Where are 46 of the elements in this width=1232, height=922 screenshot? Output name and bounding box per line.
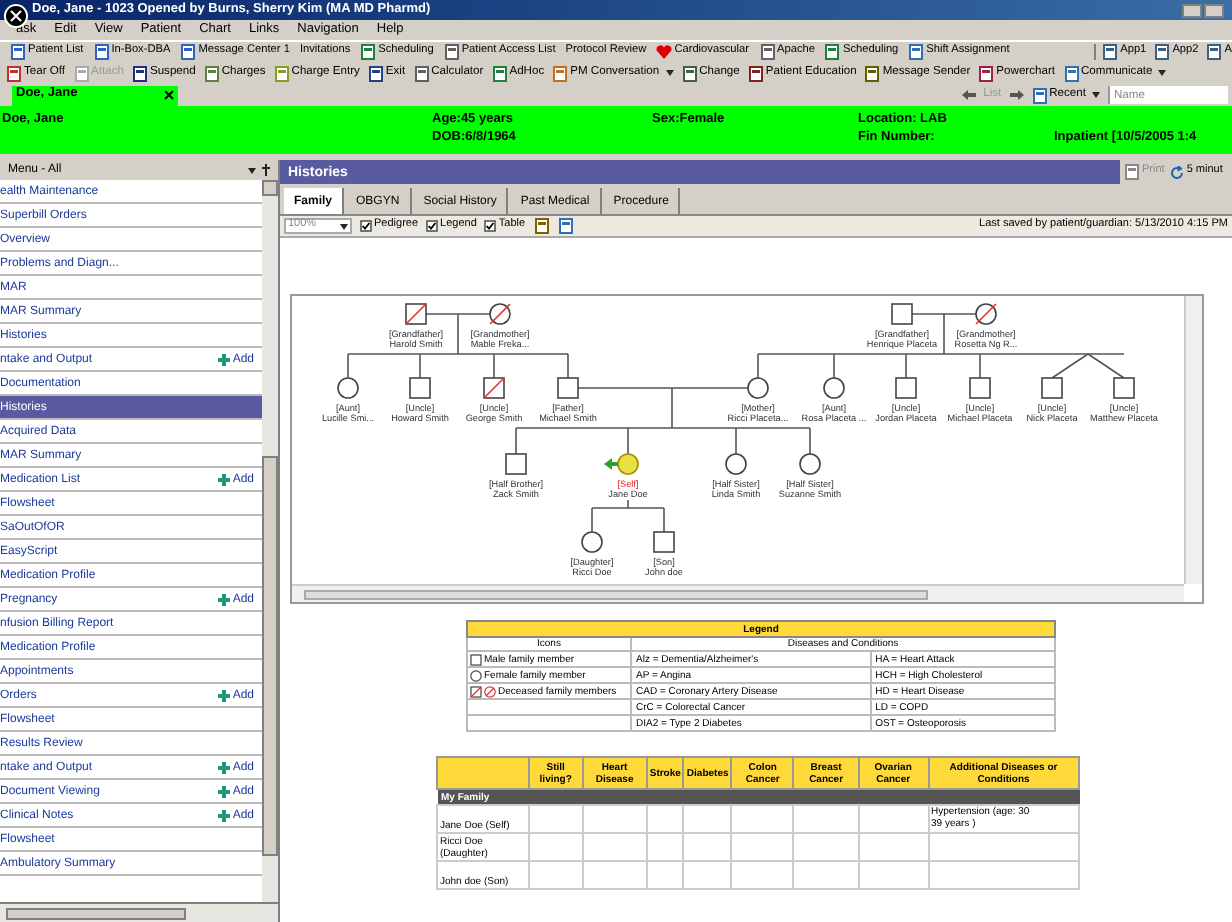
page-icon bbox=[6, 65, 22, 81]
plus-icon bbox=[218, 353, 231, 365]
plus-icon bbox=[218, 689, 231, 701]
caret-icon bbox=[665, 70, 674, 76]
caret-icon bbox=[1092, 92, 1100, 98]
page-icon bbox=[557, 218, 574, 234]
caret-icon[interactable] bbox=[248, 167, 256, 173]
page-icon bbox=[864, 65, 881, 81]
plus-icon bbox=[218, 809, 231, 821]
page-icon bbox=[552, 65, 569, 81]
plus-icon bbox=[218, 593, 231, 605]
horizontal-scrollbar[interactable] bbox=[0, 902, 278, 922]
plus-icon bbox=[218, 761, 231, 773]
back-arrow-icon[interactable] bbox=[961, 90, 976, 100]
page-icon bbox=[1063, 65, 1079, 81]
checkbox-box[interactable] bbox=[360, 220, 372, 232]
page-icon bbox=[273, 65, 290, 81]
vertical-scrollbar[interactable] bbox=[1184, 296, 1202, 584]
page-icon bbox=[1031, 87, 1048, 103]
plus-icon bbox=[218, 785, 231, 797]
close-icon[interactable] bbox=[164, 90, 174, 100]
page-icon bbox=[978, 65, 995, 81]
forward-arrow-icon[interactable] bbox=[1009, 90, 1024, 100]
maximize-button[interactable] bbox=[1204, 3, 1224, 17]
page-icon bbox=[681, 65, 698, 81]
vertical-scrollbar[interactable] bbox=[262, 180, 278, 902]
scrollbar-thumb[interactable] bbox=[304, 589, 928, 599]
page-icon bbox=[367, 65, 384, 81]
page-icon bbox=[747, 65, 764, 81]
page-icon bbox=[491, 65, 508, 81]
scrollbar-thumb[interactable] bbox=[262, 456, 278, 856]
minimize-button[interactable] bbox=[1182, 3, 1202, 17]
scrollbar-thumb[interactable] bbox=[6, 907, 186, 919]
heart-icon bbox=[656, 44, 673, 60]
horizontal-scrollbar[interactable] bbox=[292, 584, 1184, 602]
checkbox-box[interactable] bbox=[426, 220, 439, 232]
checkbox-box[interactable] bbox=[484, 220, 497, 232]
arrow-icon bbox=[604, 458, 618, 470]
plus-icon bbox=[218, 473, 231, 485]
page-icon bbox=[203, 65, 220, 81]
page-icon bbox=[73, 65, 90, 81]
refresh-icon bbox=[1170, 165, 1185, 179]
caret-icon bbox=[340, 223, 348, 229]
page-icon bbox=[413, 65, 430, 81]
caret-icon bbox=[1158, 70, 1167, 76]
page-icon bbox=[131, 65, 148, 81]
